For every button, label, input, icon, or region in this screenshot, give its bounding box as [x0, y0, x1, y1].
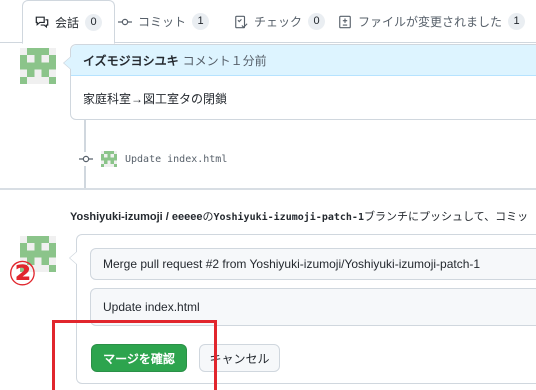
tab-label: コミット — [138, 15, 187, 29]
merge-particle: の — [202, 211, 214, 223]
repo-name[interactable]: Yoshiyuki-izumoji / eeeee — [70, 211, 202, 223]
comment-box: イズモジヨシユキ コメント１分前 家庭科室→図工室タの閉鎖 — [63, 44, 536, 120]
pr-tab-bar: 会話 0 コミット 1 チェック 0 ファイルが変更されました 1 — [0, 0, 536, 44]
checklist-icon — [234, 15, 248, 29]
tab-label: 会話 — [55, 15, 80, 30]
annotation-step-number: ② — [8, 254, 37, 294]
commit-icon — [118, 15, 132, 29]
merge-description-text: ブランチにプッシュして、コミッ — [363, 211, 529, 223]
merge-description: Yoshiyuki-izumoji / eeeeeのYoshiyuki-izum… — [70, 208, 528, 224]
commit-item: Update index.html — [79, 150, 227, 168]
commit-title-input[interactable]: Merge pull request #2 from Yoshiyuki-izu… — [90, 248, 536, 280]
comment-header: イズモジヨシユキ コメント１分前 — [71, 45, 536, 76]
merge-form: Merge pull request #2 from Yoshiyuki-izu… — [69, 234, 536, 384]
avatar[interactable] — [101, 151, 117, 167]
commit-icon — [79, 152, 93, 166]
commit-message[interactable]: Update index.html — [125, 154, 227, 165]
branch-name[interactable]: Yoshiyuki-izumoji-patch-1 — [213, 212, 364, 223]
confirm-merge-button[interactable]: マージを確認 — [91, 344, 187, 372]
tab-label: チェック — [254, 15, 303, 29]
tab-counter: 1 — [192, 13, 210, 30]
tab-checks[interactable]: チェック 0 — [234, 0, 326, 43]
tab-counter: 0 — [308, 13, 326, 30]
comment-author[interactable]: イズモジヨシユキ — [83, 52, 179, 69]
tab-counter: 1 — [508, 13, 526, 30]
comment-body: 家庭科室→図工室タの閉鎖 — [83, 92, 228, 106]
file-diff-icon — [338, 15, 352, 29]
conversation-icon — [35, 15, 49, 29]
avatar[interactable] — [20, 48, 56, 84]
tab-commits[interactable]: コミット 1 — [118, 0, 210, 43]
tab-label: ファイルが変更されました — [358, 15, 503, 29]
tab-files-changed[interactable]: ファイルが変更されました 1 — [338, 0, 526, 43]
section-divider — [0, 188, 536, 190]
comment-timestamp[interactable]: コメント１分前 — [183, 52, 267, 69]
tab-conversation[interactable]: 会話 0 — [22, 0, 116, 44]
cancel-button[interactable]: キャンセル — [199, 344, 280, 372]
tab-counter: 0 — [85, 13, 103, 31]
commit-body-textarea[interactable]: Update index.html — [90, 288, 536, 326]
